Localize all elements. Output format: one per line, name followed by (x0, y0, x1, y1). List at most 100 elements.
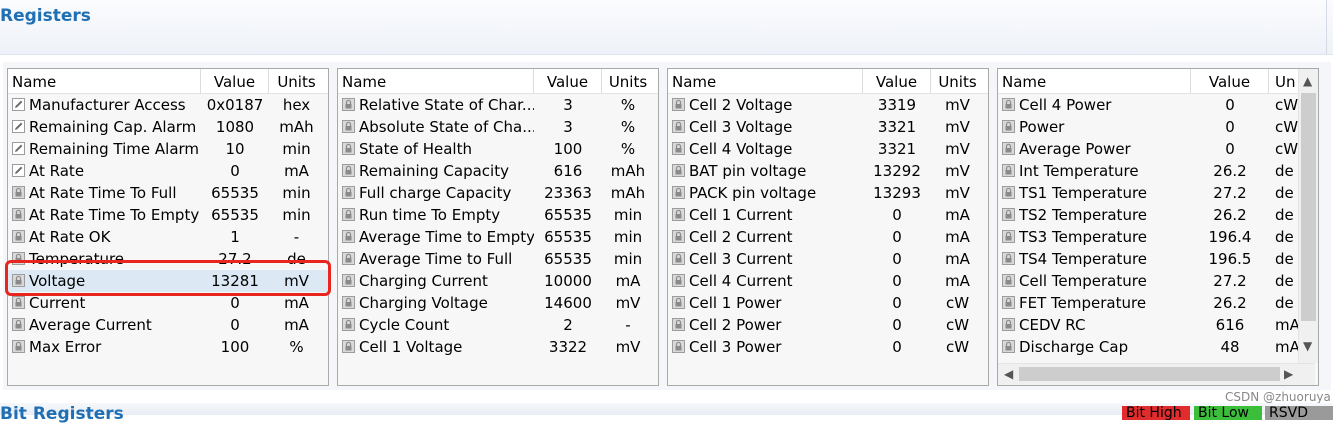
register-name: Max Error (29, 338, 102, 356)
register-row[interactable]: Discharge Cap 48 mA (998, 336, 1318, 358)
register-row[interactable]: Remaining Capacity 616 mAh (338, 160, 658, 182)
register-row[interactable]: Cell 2 Voltage 3319 mV (668, 94, 988, 116)
register-pane-2: Name Value Units Relative State of Char... 3… (337, 68, 659, 386)
register-name: TS4 Temperature (1019, 250, 1148, 268)
register-value: 0 (1225, 140, 1235, 158)
register-row[interactable]: Cell 3 Current 0 mA (668, 248, 988, 270)
lock-icon (1002, 340, 1015, 353)
register-units: mAh (610, 184, 646, 202)
register-row[interactable]: TS3 Temperature 196.4 de (998, 226, 1318, 248)
register-row[interactable]: Cell Temperature 27.2 de (998, 270, 1318, 292)
register-row[interactable]: At Rate OK 1 - (8, 226, 328, 248)
register-row[interactable]: Average Current 0 mA (8, 314, 328, 336)
lock-icon (1002, 186, 1015, 199)
register-row[interactable]: Cell 2 Power 0 cW (668, 314, 988, 336)
register-row[interactable]: Max Error 100% (8, 336, 328, 358)
name-column-header[interactable]: Name (668, 69, 863, 93)
register-units: - (293, 228, 300, 246)
lock-icon (672, 274, 685, 287)
scroll-down-icon[interactable]: ▼ (1303, 340, 1312, 352)
register-row[interactable]: Cycle Count 2 - (338, 314, 658, 336)
register-row[interactable]: Cell 3 Power 0 cW (668, 336, 988, 358)
lock-icon (672, 164, 685, 177)
horizontal-scrollbar[interactable]: ◀ ▶ (998, 363, 1315, 385)
register-row[interactable]: At Rate 0 mA (8, 160, 328, 182)
register-row[interactable]: TS1 Temperature 27.2 de (998, 182, 1318, 204)
register-row[interactable]: Cell 4 Voltage 3321 mV (668, 138, 988, 160)
column-header-row: Name Value Units (8, 69, 328, 94)
register-row[interactable]: Cell 1 Current 0 mA (668, 204, 988, 226)
name-column-header[interactable]: Name (338, 69, 534, 93)
vertical-scroll-thumb[interactable] (1301, 93, 1316, 321)
register-row[interactable]: State of Health 100% (338, 138, 658, 160)
register-row[interactable]: Cell 2 Current 0 mA (668, 226, 988, 248)
register-row[interactable]: BAT pin voltage 13292 mV (668, 160, 988, 182)
register-row[interactable]: Remaining Cap. Alarm 1080 mAh (8, 116, 328, 138)
units-column-header[interactable]: Units (602, 69, 654, 93)
register-row[interactable]: Cell 4 Power 0 cW (998, 94, 1318, 116)
register-value: 13292 (873, 162, 921, 180)
register-value: 48 (1220, 338, 1240, 356)
register-value: 26.2 (1213, 162, 1247, 180)
register-row[interactable]: CEDV RC 616 mA (998, 314, 1318, 336)
register-value: 26.2 (1213, 294, 1247, 312)
units-column-header[interactable]: Units (931, 69, 984, 93)
register-value: 3321 (877, 118, 917, 136)
register-name: Charging Current (359, 272, 488, 290)
register-row[interactable]: Cell 1 Power 0 cW (668, 292, 988, 314)
register-row[interactable]: Relative State of Char... 3% (338, 94, 658, 116)
lock-icon (342, 296, 355, 309)
register-row[interactable]: Cell 4 Current 0 mA (668, 270, 988, 292)
register-name: Cell 2 Voltage (689, 96, 793, 114)
register-row[interactable]: Manufacturer Access 0x0187 hex (8, 94, 328, 116)
register-row[interactable]: At Rate Time To Full 65535 min (8, 182, 328, 204)
name-column-header[interactable]: Name (8, 69, 201, 93)
scroll-left-icon[interactable]: ◀ (1004, 368, 1013, 380)
register-row[interactable]: Average Time to Full 65535 min (338, 248, 658, 270)
register-row[interactable]: Run time To Empty 65535 min (338, 204, 658, 226)
register-row[interactable]: Int Temperature 26.2 de (998, 160, 1318, 182)
lock-icon (1002, 230, 1015, 243)
register-row[interactable]: Full charge Capacity 23363 mAh (338, 182, 658, 204)
register-units: mV (945, 96, 970, 114)
register-name: Cycle Count (359, 316, 450, 334)
register-row[interactable]: Cell 3 Voltage 3321 mV (668, 116, 988, 138)
register-name: Remaining Cap. Alarm (29, 118, 197, 136)
register-row[interactable]: Absolute State of Cha... 3% (338, 116, 658, 138)
lock-icon (672, 208, 685, 221)
register-name: TS2 Temperature (1019, 206, 1148, 224)
register-value: 0 (892, 250, 902, 268)
register-row[interactable]: Remaining Time Alarm 10 min (8, 138, 328, 160)
register-row[interactable]: PACK pin voltage 13293 mV (668, 182, 988, 204)
register-row[interactable]: Average Time to Empty 65535 min (338, 226, 658, 248)
horizontal-scroll-thumb[interactable] (1019, 367, 1280, 381)
register-name: Absolute State of Cha... (359, 118, 534, 136)
value-column-header[interactable]: Value (1191, 69, 1269, 93)
bit-registers-title: Bit Registers (0, 404, 124, 424)
value-column-header[interactable]: Value (863, 69, 931, 93)
register-row[interactable]: TS4 Temperature 196.5 de (998, 248, 1318, 270)
vertical-scrollbar[interactable]: ▲ ▼ (1298, 69, 1318, 363)
register-row[interactable]: Charging Current 10000 mA (338, 270, 658, 292)
register-row[interactable]: At Rate Time To Empty 65535 min (8, 204, 328, 226)
units-column-header[interactable]: Units (269, 69, 324, 93)
register-row[interactable]: Charging Voltage 14600 mV (338, 292, 658, 314)
scroll-right-icon[interactable]: ▶ (1284, 368, 1293, 380)
register-row[interactable]: FET Temperature 26.2 de (998, 292, 1318, 314)
lock-icon (1002, 164, 1015, 177)
scroll-up-icon[interactable]: ▲ (1303, 75, 1312, 87)
register-row[interactable]: Average Power 0 cW (998, 138, 1318, 160)
value-column-header[interactable]: Value (534, 69, 602, 93)
register-row[interactable]: TS2 Temperature 26.2 de (998, 204, 1318, 226)
name-column-header[interactable]: Name (998, 69, 1191, 93)
register-value: 0x0187 (206, 96, 264, 114)
lock-icon (342, 230, 355, 243)
value-column-header[interactable]: Value (201, 69, 269, 93)
register-value: 3319 (877, 96, 917, 114)
register-name: Cell 1 Current (689, 206, 793, 224)
register-row[interactable]: Cell 1 Voltage 3322 mV (338, 336, 658, 358)
register-units: mV (945, 184, 970, 202)
register-value: 616 (1215, 316, 1245, 334)
register-value: 23363 (544, 184, 592, 202)
register-row[interactable]: Power 0 cW (998, 116, 1318, 138)
